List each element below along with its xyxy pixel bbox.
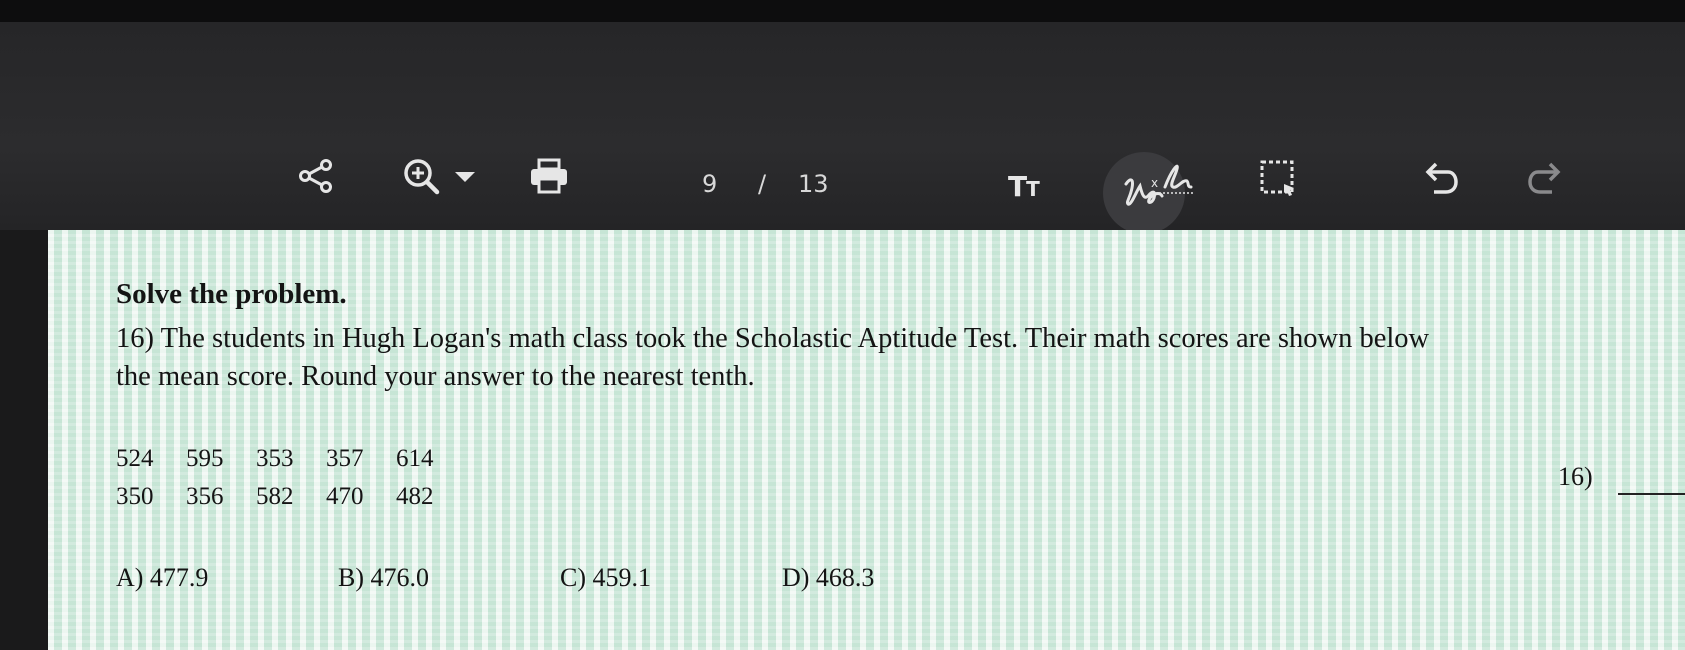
section-heading: Solve the problem. xyxy=(116,278,347,310)
score-value: 356 xyxy=(186,483,224,510)
score-value: 353 xyxy=(256,445,294,472)
score-value: 350 xyxy=(116,483,154,510)
pdf-toolbar: 9 / 13 TT x xyxy=(0,22,1685,234)
answer-choices: A) 477.9 B) 476.0 C) 459.1 D) 468.3 xyxy=(116,563,1004,593)
zoom-in-icon xyxy=(404,159,440,195)
selection-tool-button[interactable] xyxy=(1256,156,1300,200)
answer-label: 16) xyxy=(1558,462,1593,491)
print-button[interactable] xyxy=(526,154,572,198)
score-value: 582 xyxy=(256,483,294,510)
redo-button[interactable] xyxy=(1524,156,1568,200)
undo-icon xyxy=(1425,162,1458,194)
fill-sign-button[interactable]: x xyxy=(1148,156,1200,200)
dropdown-arrow-icon xyxy=(455,172,475,182)
score-row: 350 356 582 470 482 xyxy=(116,478,466,516)
question-line-1: 16) The students in Hugh Logan's math cl… xyxy=(116,323,1430,354)
selection-icon xyxy=(1260,160,1294,196)
zoom-button[interactable] xyxy=(392,154,488,198)
question-text: 16) The students in Hugh Logan's math cl… xyxy=(116,320,1685,396)
score-data: 524 595 353 357 614 350 356 582 470 482 xyxy=(116,440,466,516)
redo-icon xyxy=(1528,162,1561,194)
text-size-button[interactable]: TT xyxy=(1008,170,1040,203)
choice-d: D) 468.3 xyxy=(782,563,875,592)
choice-c: C) 459.1 xyxy=(560,563,651,592)
score-value: 357 xyxy=(326,445,364,472)
window-top-strip xyxy=(0,0,1685,22)
choice-a: A) 477.9 xyxy=(116,563,209,592)
undo-button[interactable] xyxy=(1418,156,1462,200)
score-value: 482 xyxy=(396,483,434,510)
score-value: 470 xyxy=(326,483,364,510)
text-size-icon: TT xyxy=(1008,170,1040,203)
score-value: 595 xyxy=(186,445,224,472)
score-value: 524 xyxy=(116,445,154,472)
total-pages: 13 xyxy=(798,170,829,198)
score-row: 524 595 353 357 614 xyxy=(116,440,466,478)
document-page[interactable]: Solve the problem. 16) The students in H… xyxy=(48,230,1685,650)
svg-text:x: x xyxy=(1151,176,1158,190)
fill-sign-icon: x xyxy=(1151,164,1195,194)
answer-blank[interactable] xyxy=(1618,493,1685,495)
share-icon xyxy=(299,159,332,193)
choice-b: B) 476.0 xyxy=(338,563,429,592)
share-button[interactable] xyxy=(296,154,336,198)
question-line-2: the mean score. Round your answer to the… xyxy=(116,361,755,392)
page-separator: / xyxy=(758,170,767,198)
current-page-number[interactable]: 9 xyxy=(702,170,717,198)
print-icon xyxy=(531,158,567,194)
score-value: 614 xyxy=(396,445,434,472)
